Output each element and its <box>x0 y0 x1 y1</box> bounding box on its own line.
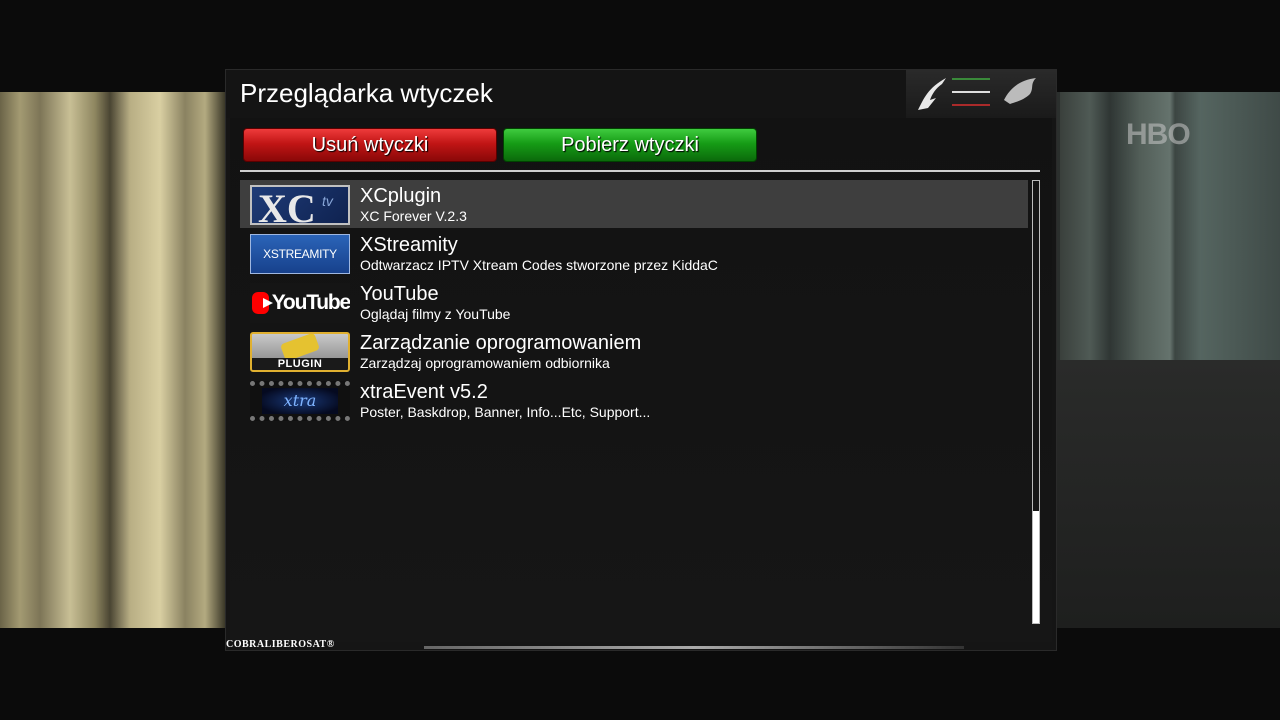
plugin-description: Odtwarzacz IPTV Xtream Codes stworzone p… <box>360 257 718 273</box>
header-divider <box>240 170 1040 172</box>
plugin-description: Zarządzaj oprogramowaniem odbiornika <box>360 355 610 371</box>
background-floor <box>1056 360 1280 628</box>
plugin-icon-label: PLUGIN <box>252 358 348 370</box>
plugin-name: Zarządzanie oprogramowaniem <box>360 332 642 354</box>
xtra-logo-text: xtra <box>262 388 338 414</box>
youtube-wordmark: YouTube <box>271 291 350 314</box>
channel-watermark: HBO <box>1126 118 1191 151</box>
logo-stripe-red <box>952 104 990 106</box>
xstreamity-icon: XSTREAMITY <box>250 234 350 274</box>
plugin-description: Oglądaj filmy z YouTube <box>360 306 511 322</box>
download-plugins-button[interactable]: Pobierz wtyczki <box>503 128 757 162</box>
plugin-name: YouTube <box>360 283 439 305</box>
plugin-description: XC Forever V.2.3 <box>360 208 467 224</box>
footer-brand-text: COBRALIBEROSAT® <box>226 639 335 650</box>
logo-stripe-green <box>952 78 990 80</box>
xc-logo-subtext: tv <box>322 193 333 209</box>
youtube-icon: YouTube <box>250 283 350 323</box>
plugin-browser-window: Przeglądarka wtyczek Usuń wtyczki Pobier… <box>226 70 1056 650</box>
plugin-row-software-management[interactable]: PLUGIN Zarządzanie oprogramowaniem Zarzą… <box>240 327 1028 375</box>
list-scrollbar[interactable] <box>1032 180 1040 624</box>
skin-logo <box>906 70 1056 118</box>
remove-plugins-button[interactable]: Usuń wtyczki <box>243 128 497 162</box>
plugin-name: xtraEvent v5.2 <box>360 381 488 403</box>
plugin-row-xstreamity[interactable]: XSTREAMITY XStreamity Odtwarzacz IPTV Xt… <box>240 229 1028 277</box>
window-header: Przeglądarka wtyczek <box>226 70 1056 118</box>
youtube-play-icon <box>252 292 273 314</box>
footer-decorative-line <box>424 646 964 649</box>
plugin-description: Poster, Baskdrop, Banner, Info...Etc, Su… <box>360 404 651 420</box>
xcplugin-icon: XC tv <box>250 185 350 225</box>
logo-stripe-white <box>952 91 990 93</box>
page-title: Przeglądarka wtyczek <box>240 78 493 108</box>
plugin-name: XStreamity <box>360 234 458 256</box>
scrollbar-thumb[interactable] <box>1033 511 1039 623</box>
xc-logo-text: XC <box>258 186 316 225</box>
plugin-row-youtube[interactable]: YouTube YouTube Oglądaj filmy z YouTube <box>240 278 1028 326</box>
xtraevent-film-icon: xtra <box>250 381 350 421</box>
plugin-row-xcplugin[interactable]: XC tv XCplugin XC Forever V.2.3 <box>240 180 1028 228</box>
plugin-plug-icon: PLUGIN <box>250 332 350 372</box>
plugin-name: XCplugin <box>360 185 442 207</box>
plugin-row-xtraevent[interactable]: xtra xtraEvent v5.2 Poster, Baskdrop, Ba… <box>240 376 1028 424</box>
